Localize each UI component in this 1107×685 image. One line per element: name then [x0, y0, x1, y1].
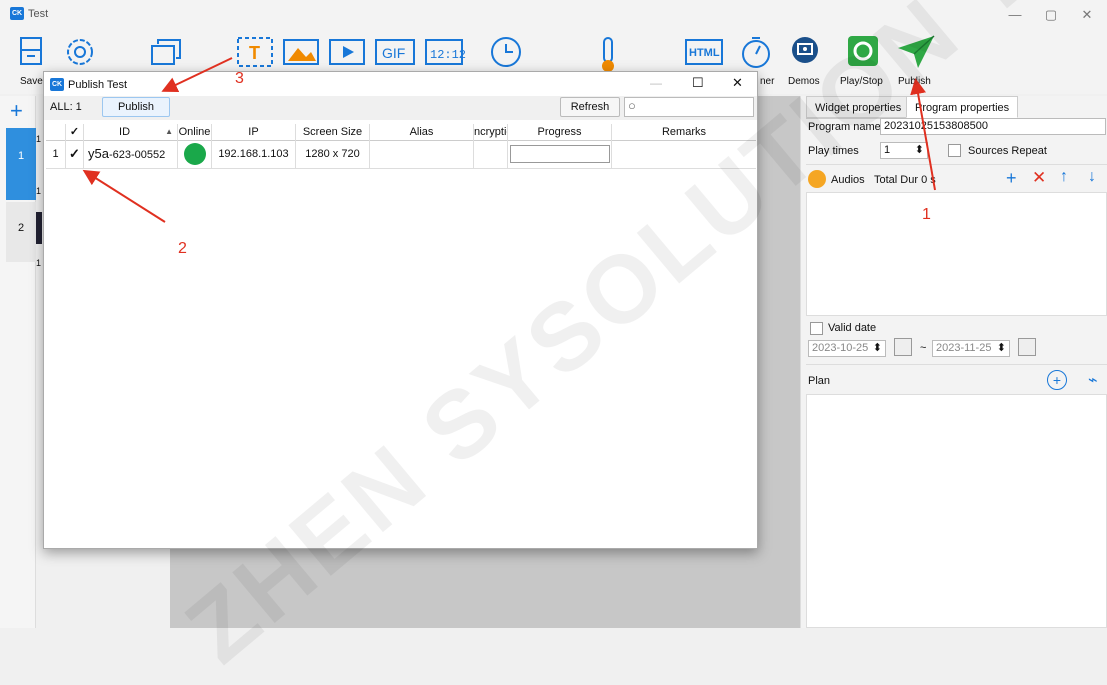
annotation-arrow-3 [161, 57, 233, 93]
annotation-number-2: 2 [178, 240, 187, 257]
annotation-arrow-2 [82, 169, 166, 223]
annotation-number-3: 3 [235, 70, 244, 87]
annotation-number-1: 1 [922, 206, 931, 223]
